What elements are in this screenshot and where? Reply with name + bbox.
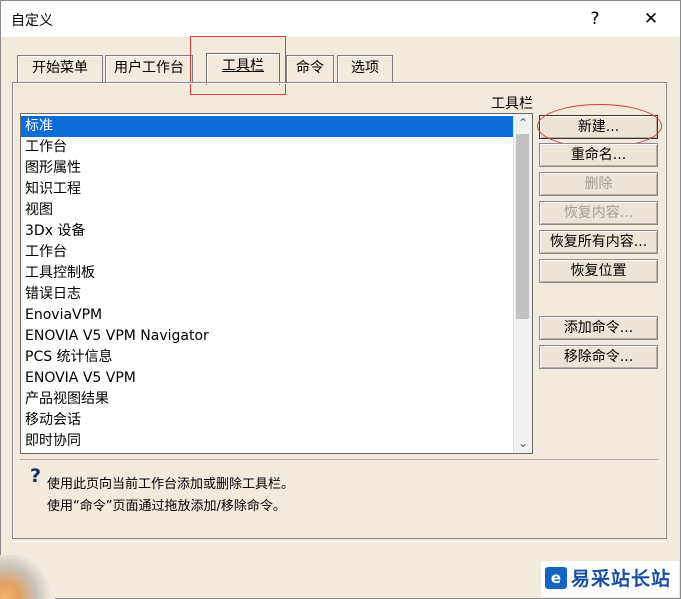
delete-toolbar-button[interactable]: 删除	[539, 172, 658, 196]
background-art	[0, 555, 55, 599]
rename-toolbar-button[interactable]: 重命名...	[539, 143, 658, 167]
watermark-logo-icon: e	[545, 567, 567, 589]
window-title: 自定义	[11, 13, 53, 29]
help-text-line-1: 使用此页向当前工作台添加或删除工具栏。	[47, 477, 295, 492]
list-item[interactable]: 工作台	[21, 242, 514, 263]
help-button[interactable]: ?	[575, 5, 615, 33]
restore-position-button[interactable]: 恢复位置	[539, 259, 658, 283]
restore-contents-button[interactable]: 恢复内容...	[539, 201, 658, 225]
help-text-line-2: 使用“命令”页面通过拖放添加/移除命令。	[47, 499, 286, 514]
list-item[interactable]: 工具控制板	[21, 263, 514, 284]
list-item[interactable]: 知识工程	[21, 179, 514, 200]
list-item[interactable]: 视图	[21, 200, 514, 221]
list-item[interactable]: 工作台	[21, 137, 514, 158]
close-button[interactable]: ✕	[631, 5, 671, 33]
watermark-text: 易采站长站	[571, 568, 672, 590]
tab-start-menu[interactable]: 开始菜单	[17, 55, 103, 82]
title-bar: 自定义 ? ✕	[1, 1, 680, 37]
annotation-new-button-highlight	[537, 104, 662, 148]
toolbars-group-label: 工具栏	[491, 96, 533, 112]
list-scrollbar[interactable]: ⌃ ⌄	[513, 114, 532, 453]
toolbars-listbox[interactable]: 标准 工作台 图形属性 知识工程 视图 3Dx 设备 工作台 工具控制板 错误日…	[20, 113, 533, 454]
restore-all-contents-button[interactable]: 恢复所有内容...	[539, 230, 658, 254]
scroll-up-icon[interactable]: ⌃	[514, 115, 532, 132]
list-item[interactable]: 图形属性	[21, 158, 514, 179]
add-command-button[interactable]: 添加命令...	[539, 316, 658, 340]
footer-divider	[12, 541, 667, 542]
list-item[interactable]: ENOVIA V5 VPM	[21, 368, 514, 389]
list-item[interactable]: 产品视图结果	[21, 389, 514, 410]
list-item[interactable]: ENOVIA V5 VPM Navigator	[21, 326, 514, 347]
tab-options[interactable]: 选项	[337, 55, 393, 82]
list-item[interactable]: EnoviaVPM	[21, 305, 514, 326]
watermark: e 易采站长站	[541, 561, 679, 597]
tab-user-workbench[interactable]: 用户工作台	[105, 55, 193, 82]
scroll-thumb[interactable]	[516, 134, 529, 319]
help-question-icon: ?	[30, 465, 42, 487]
tab-strip: 开始菜单 用户工作台 工具栏 命令 选项	[1, 37, 680, 87]
remove-command-button[interactable]: 移除命令...	[539, 345, 658, 369]
list-item[interactable]: 移动会话	[21, 410, 514, 431]
tab-commands[interactable]: 命令	[286, 55, 334, 82]
list-item[interactable]: 错误日志	[21, 284, 514, 305]
list-item[interactable]: PCS 统计信息	[21, 347, 514, 368]
scroll-down-icon[interactable]: ⌄	[514, 435, 532, 452]
list-item[interactable]: 3Dx 设备	[21, 221, 514, 242]
help-area: ? 使用此页向当前工作台添加或删除工具栏。 使用“命令”页面通过拖放添加/移除命…	[20, 459, 659, 522]
list-item[interactable]: 标准	[21, 116, 514, 137]
list-item[interactable]: 即时协同	[21, 431, 514, 452]
